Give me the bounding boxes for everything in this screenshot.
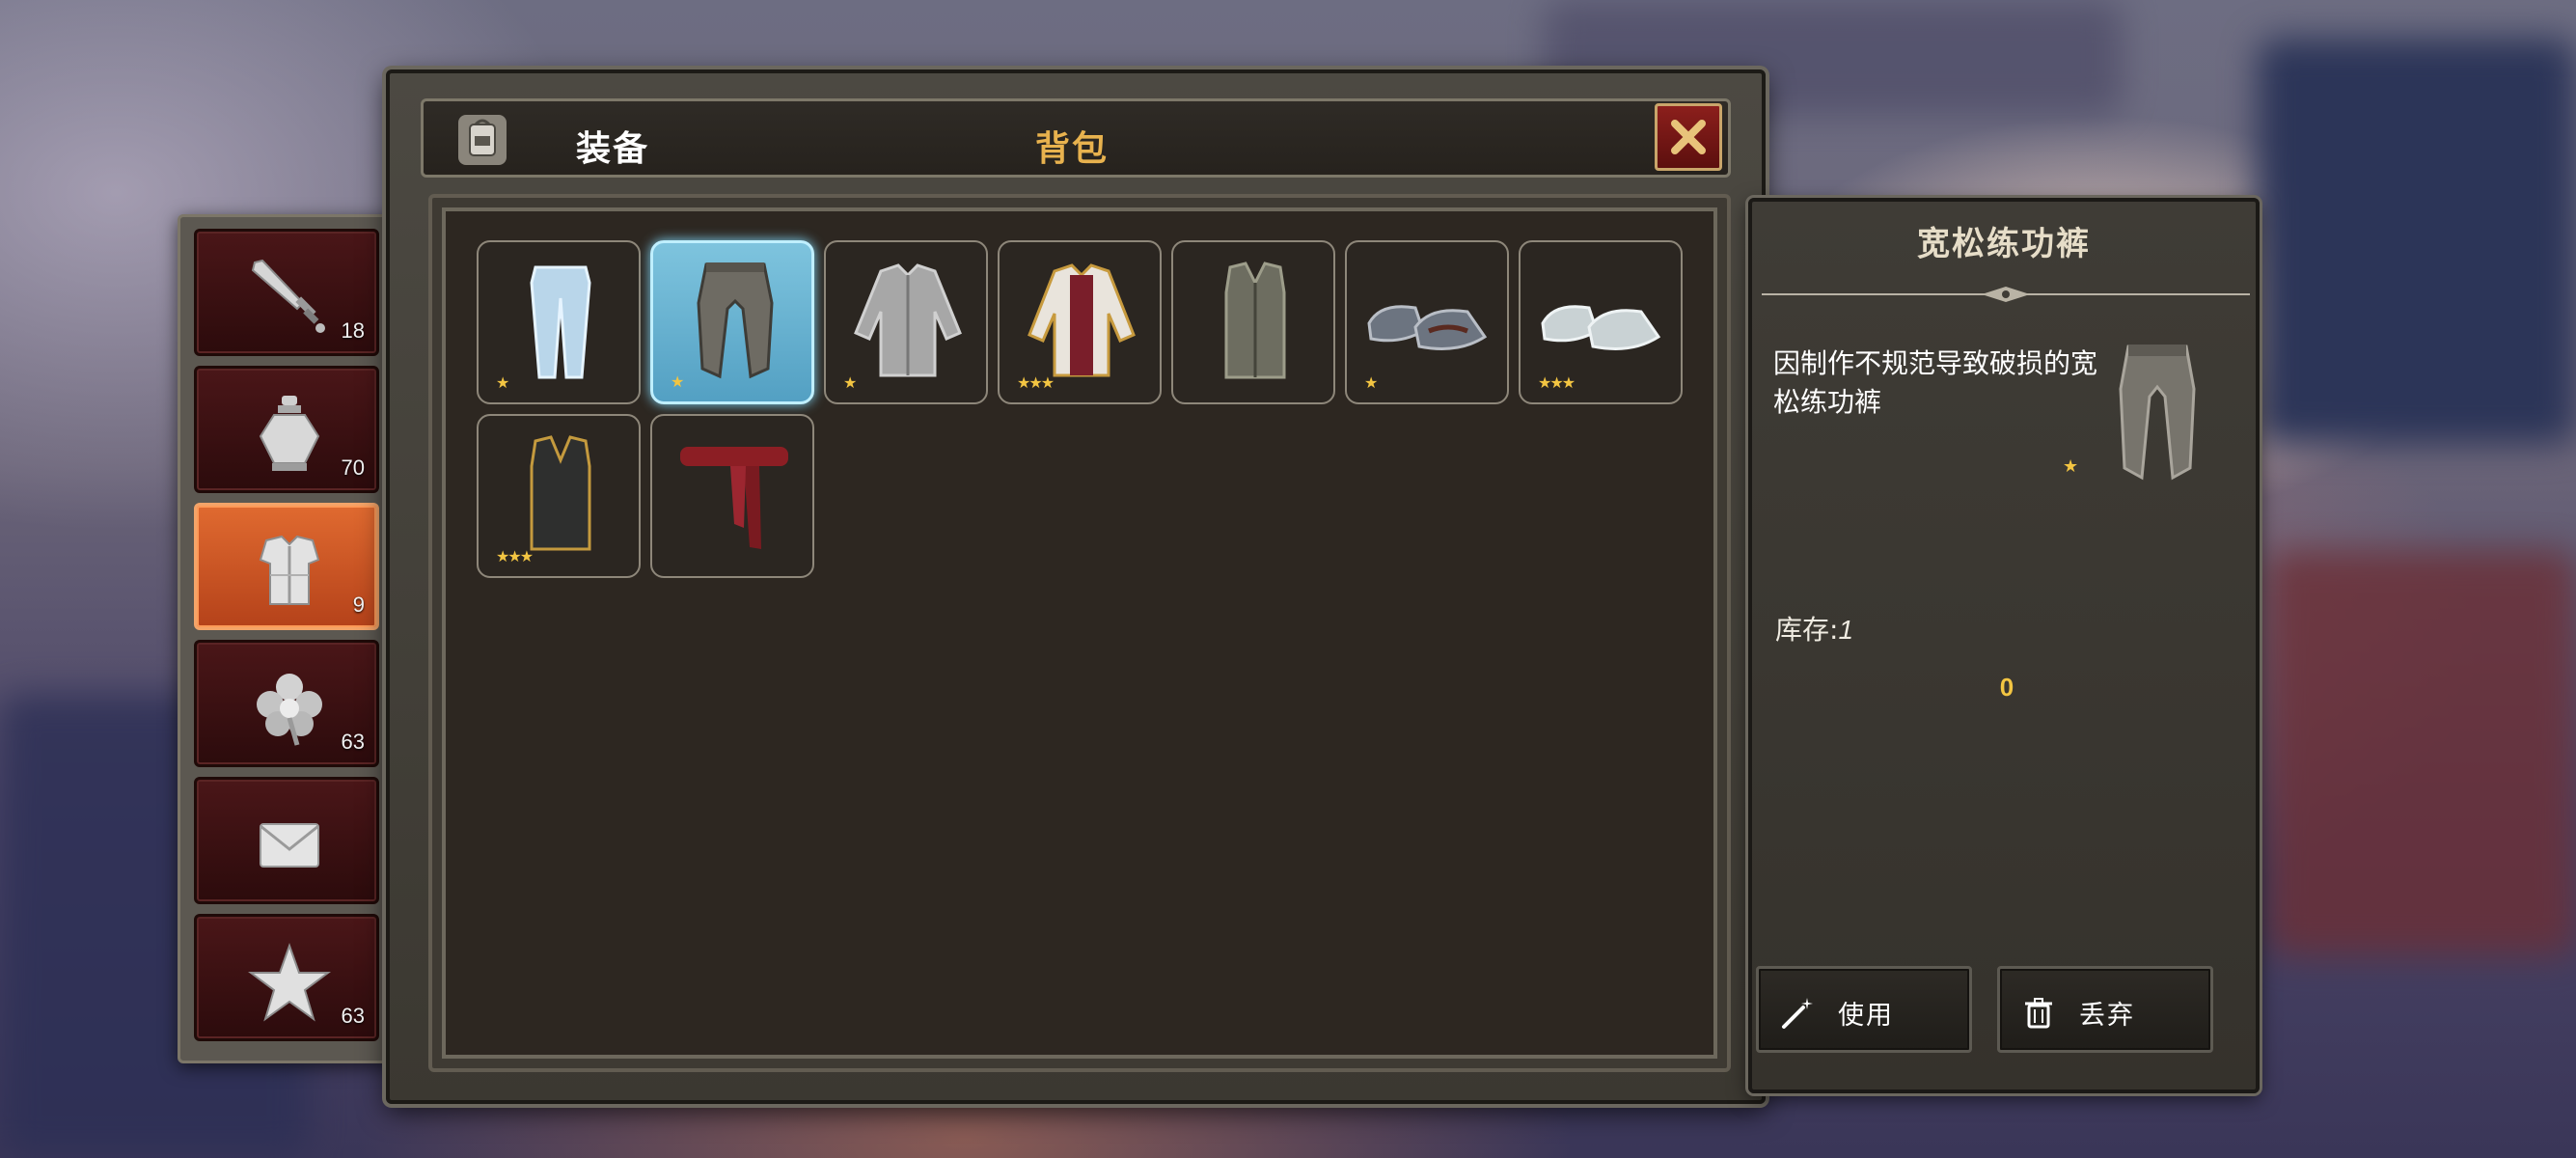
discard-button[interactable]: 丢弃 [1997,966,2213,1053]
category-panel: 18 70 9 63 63 [178,214,399,1063]
close-icon [1671,120,1706,154]
category-tab-weapons[interactable]: 18 [194,229,379,356]
red-jacket-icon [1028,263,1136,377]
use-label: 使用 [1838,1001,1894,1031]
loose-pants-icon [697,262,774,379]
category-count: 63 [341,730,365,754]
page-title: 装备 [576,129,650,169]
inventory-slot[interactable]: ★★★ [1519,240,1683,404]
item-stars: ★★★ [1538,373,1576,392]
stock-row: 库存:1 [1775,609,1853,648]
inventory-slot[interactable] [650,414,814,578]
trash-icon [2025,998,2052,1029]
inventory-slot[interactable]: ★ [1345,240,1509,404]
ornament-divider [1762,287,2250,302]
discard-label: 丢弃 [2079,1001,2135,1031]
inventory-slot[interactable]: ★ [477,240,641,404]
armor-icon [259,535,320,605]
category-tab-medicine[interactable]: 70 [194,366,379,493]
white-shoes-icon [1541,305,1661,350]
category-count: 9 [352,593,365,617]
stock-label: 库存: [1775,614,1839,646]
inventory-slot[interactable]: ★ [824,240,988,404]
potion-icon [259,396,320,471]
letter-icon [260,823,319,868]
inventory-window: 装备 背包 ★ ★ ★ ★★★ ★ ★★★ ★★★ [386,69,1766,1104]
category-count: 70 [341,455,365,480]
category-tab-materials[interactable]: 63 [194,640,379,767]
inventory-slot[interactable]: ★★★ [477,414,641,578]
herb-icon [257,674,322,746]
item-detail-panel: 宽松练功裤 因制作不规范导致破损的宽松练功裤 ★ 库存:1 0 使用 丢弃 [1748,198,2260,1093]
item-description: 因制作不规范导致破损的宽松练功裤 [1773,347,2098,418]
category-tab-special[interactable]: 63 [194,914,379,1041]
item-stars: ★ [1364,373,1378,392]
backpack-icon [458,115,507,165]
star-icon [248,943,331,1022]
item-stars: ★★★ [1017,373,1055,392]
category-count: 18 [341,318,365,343]
item-stars: ★ [843,373,857,392]
tab-backpack[interactable]: 背包 [1035,121,1109,171]
item-stars: ★ [496,373,509,392]
item-stars: ★★★ [496,547,534,565]
red-sash-icon [680,447,788,549]
item-stars: ★ [671,372,684,391]
item-name: 宽松练功裤 [1917,225,2091,263]
header-bar: 装备 背包 [421,98,1731,178]
inventory-slot[interactable]: ★★★ [998,240,1162,404]
item-stars: ★ [2063,456,2079,477]
inventory-slot[interactable] [1171,240,1335,404]
trousers-icon [530,265,591,379]
category-tab-equipment[interactable]: 9 [194,503,379,630]
price-value: 0 [1999,673,2014,702]
black-vest-icon [530,435,591,551]
padded-jacket-icon [854,263,962,377]
category-count: 63 [341,1004,365,1028]
close-button[interactable] [1655,103,1722,171]
sword-icon [251,259,325,333]
category-tab-letters[interactable] [194,777,379,904]
vest-icon [1224,262,1286,379]
cloth-shoes-icon [1367,305,1488,350]
use-button[interactable]: 使用 [1756,966,1972,1053]
inventory-grid: ★ ★ ★ ★★★ ★ ★★★ ★★★ [428,194,1731,1072]
background-scene [2267,550,2576,955]
inventory-slot-selected[interactable]: ★ [650,240,814,404]
wand-icon [1782,998,1813,1029]
loose-pants-icon [2119,345,2196,481]
background-scene [2258,39,2576,444]
stock-value: 1 [1838,615,1854,645]
